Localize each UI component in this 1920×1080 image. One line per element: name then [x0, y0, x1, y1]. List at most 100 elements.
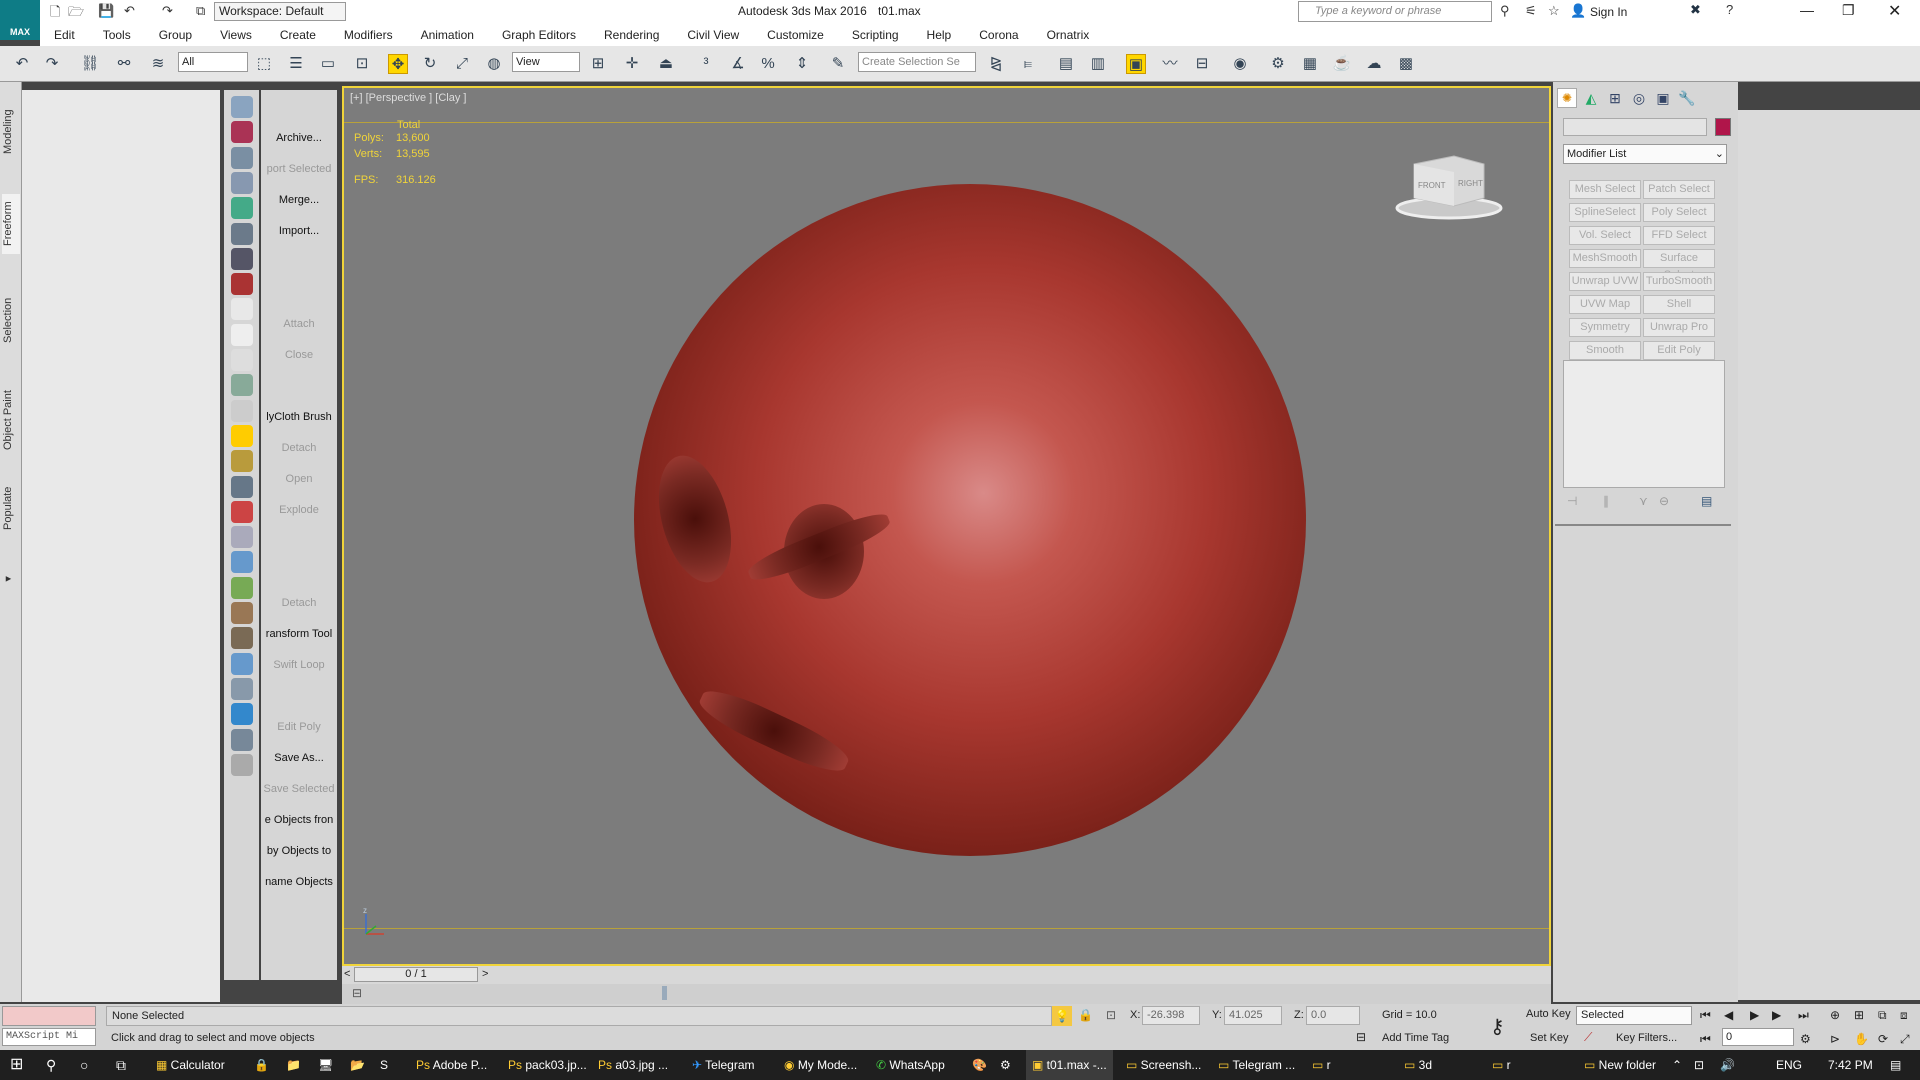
select-and-scale-icon[interactable]: ⤢	[452, 54, 472, 74]
favorites-star-icon[interactable]: ☆	[1548, 3, 1560, 19]
select-and-rotate-icon[interactable]: ↻	[420, 54, 440, 74]
selection-filter-dropdown[interactable]: All	[178, 52, 248, 72]
menu-graph-editors[interactable]: Graph Editors	[502, 28, 576, 42]
script-button[interactable]: Detach	[261, 442, 337, 454]
red-sphere-mesh[interactable]	[634, 184, 1306, 856]
tab-populate[interactable]: Populate	[2, 478, 20, 538]
script-tool-icon[interactable]	[231, 146, 253, 169]
script-button[interactable]: Merge...	[261, 194, 337, 206]
taskbar-app[interactable]: ✈ Telegram	[686, 1050, 761, 1080]
script-button[interactable]: ransform Tool	[261, 628, 337, 640]
absolute-mode-icon[interactable]: ⊡	[1106, 1008, 1116, 1022]
start-button-icon[interactable]: ⊞	[10, 1050, 23, 1080]
curve-editor-icon[interactable]: 〰	[1160, 54, 1180, 74]
tab-freeform[interactable]: Freeform	[2, 194, 20, 254]
key-mode-toggle-icon[interactable]: ⏮	[1700, 1032, 1711, 1047]
script-button[interactable]: Close	[261, 349, 337, 361]
manipulate-icon[interactable]: ✛	[622, 54, 642, 74]
modifier-set-button[interactable]: UVW Map	[1569, 295, 1641, 314]
rectangular-selection-icon[interactable]: ▭	[318, 54, 338, 74]
script-tool-icon[interactable]	[231, 399, 253, 422]
y-coordinate-field[interactable]: 41.025	[1224, 1006, 1282, 1025]
notifications-icon[interactable]: ▤	[1890, 1050, 1901, 1080]
maxscript-mini-listener[interactable]: MAXScript Mi	[2, 1028, 96, 1046]
taskbar-app[interactable]: ▭ New folder	[1578, 1050, 1662, 1080]
time-next-button[interactable]: >	[482, 968, 488, 980]
modifier-set-button[interactable]: Unwrap Pro	[1643, 318, 1715, 337]
minimize-button[interactable]: —	[1800, 2, 1814, 18]
script-tool-icon[interactable]	[231, 349, 253, 371]
layer-explorer-icon[interactable]: ▥	[1088, 54, 1108, 74]
track-bar-marker[interactable]	[662, 986, 667, 1000]
clock[interactable]: 7:42 PM	[1828, 1050, 1873, 1080]
new-file-icon[interactable]: 🗋	[50, 3, 60, 25]
modifier-set-button[interactable]: Surface Select	[1643, 249, 1715, 281]
script-tool-icon[interactable]	[231, 374, 253, 397]
taskbar-app[interactable]: ✆ WhatsApp	[870, 1050, 951, 1080]
render-production-icon[interactable]: ☕	[1332, 54, 1352, 74]
taskbar-app[interactable]: ▭ Screensh...	[1120, 1050, 1207, 1080]
script-tool-icon[interactable]	[231, 424, 253, 447]
script-button[interactable]: Attach	[261, 318, 337, 330]
script-button[interactable]: lyCloth Brush	[261, 411, 337, 423]
save-icon[interactable]: 💾	[98, 3, 114, 19]
modifier-set-button[interactable]: Smooth	[1569, 341, 1641, 360]
modifier-set-button[interactable]: Patch Select	[1643, 180, 1715, 199]
select-and-place-icon[interactable]: ◍	[484, 54, 504, 74]
modifier-set-button[interactable]: Poly Select	[1643, 203, 1715, 222]
modifier-set-button[interactable]: Edit Poly	[1643, 341, 1715, 360]
script-button[interactable]: by Objects to	[261, 845, 337, 857]
cortana-icon[interactable]: ○	[80, 1050, 88, 1080]
taskbar-app[interactable]: ▣ t01.max -...	[1026, 1050, 1113, 1080]
maxscript-listener-top[interactable]	[2, 1006, 96, 1026]
window-crossing-icon[interactable]: ⊡	[352, 54, 372, 74]
reference-coordinate-dropdown[interactable]: View	[512, 52, 580, 72]
script-button[interactable]: Edit Poly	[261, 721, 337, 733]
input-language[interactable]: ENG	[1776, 1050, 1802, 1080]
workspace-dropdown[interactable]: Workspace: Default	[214, 2, 346, 21]
script-tool-icon[interactable]	[231, 627, 253, 650]
viewport-label[interactable]: [+] [Perspective ] [Clay ]	[350, 92, 466, 104]
modifier-set-button[interactable]: SplineSelect	[1569, 203, 1641, 222]
current-frame-field[interactable]: 0	[1722, 1028, 1794, 1046]
network-icon[interactable]: ⊡	[1694, 1050, 1704, 1080]
script-tool-icon[interactable]	[231, 450, 253, 473]
pinned-app-icon[interactable]: 📂	[350, 1050, 365, 1080]
x-coordinate-field[interactable]: -26.398	[1142, 1006, 1200, 1025]
script-tool-icon[interactable]	[231, 703, 253, 726]
script-tool-icon[interactable]	[231, 475, 253, 498]
link-icon[interactable]: ⛓	[80, 54, 100, 74]
render-activeshade-icon[interactable]: ▩	[1396, 54, 1416, 74]
render-iterative-icon[interactable]: ☁	[1364, 54, 1384, 74]
auto-key-button[interactable]: Auto Key	[1526, 1008, 1571, 1020]
viewcube[interactable]: FRONT RIGHT	[1394, 150, 1504, 220]
modifier-set-button[interactable]: MeshSmooth	[1569, 249, 1641, 268]
script-tool-icon[interactable]	[231, 677, 253, 700]
sign-in-button[interactable]: Sign In	[1590, 5, 1627, 19]
search-icon[interactable]: ⚲	[46, 1050, 56, 1080]
script-tool-icon[interactable]	[231, 222, 253, 245]
keyboard-shortcut-icon[interactable]: ⏏	[656, 54, 676, 74]
script-tool-icon[interactable]	[231, 526, 253, 549]
bind-space-warp-icon[interactable]: ≋	[148, 54, 168, 74]
menu-customize[interactable]: Customize	[767, 28, 824, 42]
zoom-all-icon[interactable]: ⊞	[1854, 1008, 1864, 1022]
script-tool-icon[interactable]	[231, 96, 253, 118]
script-tool-icon[interactable]	[231, 500, 253, 523]
script-tool-icon[interactable]	[231, 121, 253, 144]
track-bar-menu-icon[interactable]: ⊟	[352, 986, 362, 1000]
script-button[interactable]: e Objects fron	[261, 814, 337, 826]
pinned-app-icon[interactable]: S	[380, 1050, 388, 1080]
select-by-name-icon[interactable]: ☰	[286, 54, 306, 74]
close-button[interactable]: ✕	[1888, 1, 1901, 21]
modifier-set-button[interactable]: FFD Select	[1643, 226, 1715, 245]
isolate-selection-icon[interactable]: 💡	[1052, 1006, 1072, 1026]
zoom-icon[interactable]: ⊕	[1830, 1008, 1840, 1022]
script-tool-icon[interactable]	[231, 753, 253, 776]
pin-stack-icon[interactable]: ⊣	[1567, 494, 1577, 508]
script-button[interactable]: Save Selected	[261, 783, 337, 795]
script-tool-icon[interactable]	[231, 728, 253, 751]
help-icon[interactable]: ?	[1726, 2, 1733, 17]
undo-tool-icon[interactable]: ↶	[12, 54, 32, 74]
rendered-frame-window-icon[interactable]: ▦	[1300, 54, 1320, 74]
